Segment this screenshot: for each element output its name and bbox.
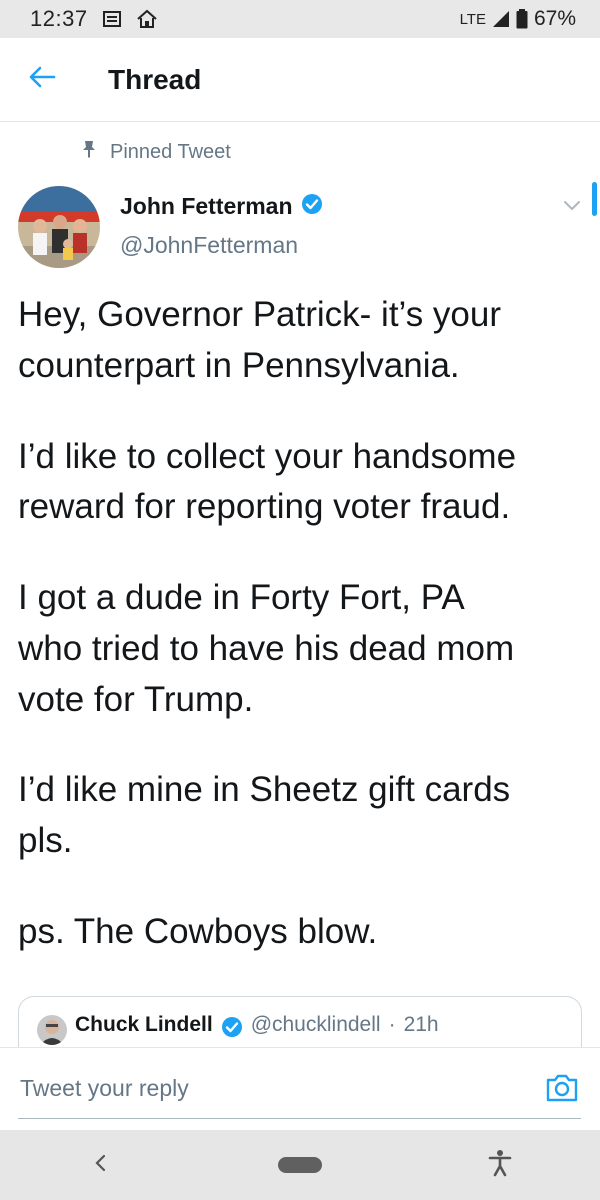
chevron-down-icon: [563, 199, 581, 217]
tweet-menu-button[interactable]: [560, 196, 584, 220]
avatar[interactable]: [18, 186, 100, 268]
author-handle[interactable]: @JohnFetterman: [120, 232, 298, 259]
network-label: LTE: [459, 10, 486, 28]
system-nav-bar: [0, 1130, 600, 1200]
quoted-verified-badge-icon: [221, 1013, 243, 1043]
quoted-time: 21h: [403, 1013, 439, 1036]
camera-button[interactable]: [542, 1070, 582, 1110]
battery-icon: [516, 9, 528, 29]
nav-accessibility-button[interactable]: [460, 1135, 540, 1195]
tweet-paragraph: ps. The Cowboys blow.: [18, 911, 378, 951]
home-pill-icon: [278, 1157, 322, 1173]
nav-home-button[interactable]: [260, 1135, 340, 1195]
camera-icon: [545, 1073, 579, 1108]
arrow-left-icon: [28, 65, 56, 94]
tweet-text: Hey, Governor Patrick- it’s your counter…: [18, 290, 588, 998]
reply-bar: [0, 1047, 600, 1130]
status-time: 12:37: [30, 6, 88, 31]
app-header: Thread: [0, 38, 600, 122]
status-bar: 12:37 LTE 67%: [0, 0, 600, 38]
pinned-indicator: Pinned Tweet: [82, 140, 231, 164]
quoted-avatar: [37, 1015, 67, 1045]
pin-icon: [82, 140, 96, 164]
nav-back-button[interactable]: [60, 1135, 140, 1195]
reply-input[interactable]: [18, 1068, 518, 1108]
reply-underline: [18, 1118, 581, 1119]
tweet-paragraph: I got a dude in Forty Fort, PA who tried…: [18, 578, 515, 719]
pinned-label: Pinned Tweet: [110, 140, 231, 163]
author-name[interactable]: John Fetterman: [120, 193, 293, 220]
tweet-paragraph: Hey, Governor Patrick- it’s your counter…: [18, 295, 502, 385]
quoted-author-handle: @chucklindell: [250, 1013, 381, 1036]
tweet-paragraph: I’d like mine in Sheetz gift cards pls.: [18, 770, 511, 860]
verified-badge-icon: [301, 193, 323, 220]
tweet-paragraph: I’d like to collect your handsome reward…: [18, 436, 517, 527]
page-title: Thread: [108, 63, 202, 95]
nav-back-icon: [93, 1153, 107, 1178]
back-button[interactable]: [0, 38, 84, 122]
quoted-separator: ·: [388, 1013, 396, 1036]
home-icon: [136, 9, 158, 29]
battery-label: 67%: [533, 7, 576, 30]
notification-icon: [102, 10, 122, 28]
author-name-row[interactable]: John Fetterman: [120, 193, 323, 220]
quoted-author-name: Chuck Lindell: [75, 1013, 213, 1036]
signal-icon: [492, 10, 510, 28]
accessibility-icon: [488, 1149, 512, 1182]
scrollbar[interactable]: [592, 182, 597, 216]
